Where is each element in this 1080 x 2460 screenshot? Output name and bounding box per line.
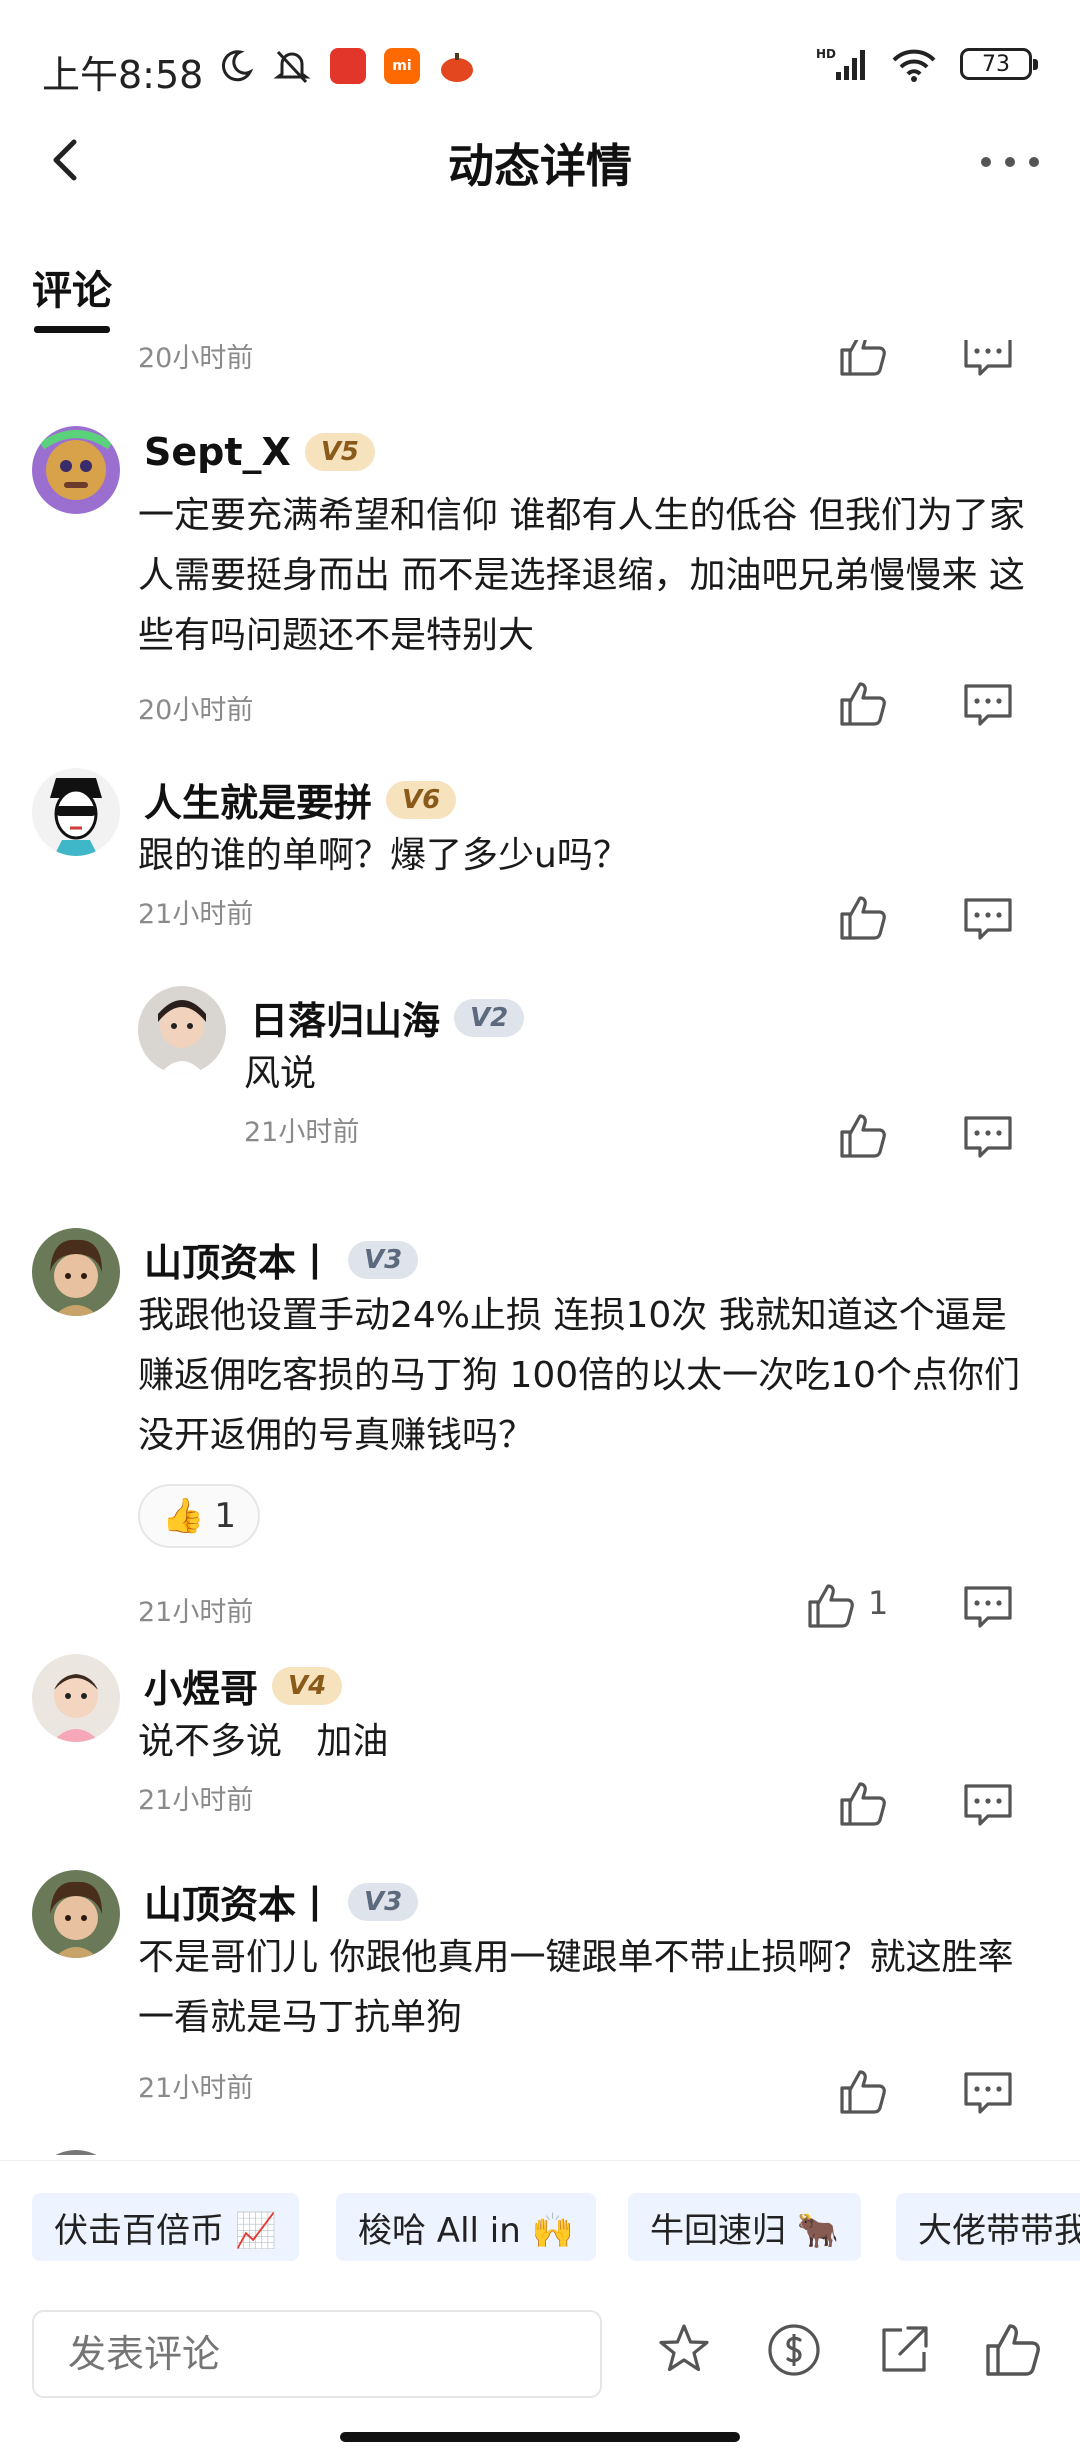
like-count: 1 (868, 1584, 889, 1622)
avatar[interactable] (32, 1654, 120, 1742)
comment-timestamp: 21小时前 (138, 899, 254, 930)
level-badge: V4 (272, 1666, 343, 1705)
username[interactable]: Sept_X (144, 430, 291, 474)
level-badge: V3 (348, 1882, 419, 1921)
avatar[interactable] (32, 1870, 120, 1958)
thumbs-up-icon[interactable] (834, 2064, 890, 2120)
tab-active-indicator (34, 326, 110, 333)
comment-timestamp: 21小时前 (138, 1597, 254, 1628)
home-indicator[interactable] (340, 2432, 740, 2442)
status-time: 上午8:58 (42, 53, 204, 97)
username[interactable]: 小煜哥 (144, 1658, 258, 1713)
comment-text: 一定要充满希望和信仰 谁都有人生的低谷 但我们为了家人需要挺身而出 而不是选择退… (138, 495, 1025, 656)
reply-icon[interactable] (960, 1578, 1016, 1634)
pumpkin-app-icon (441, 53, 473, 82)
quick-phrase-chip[interactable]: 梭哈 All in 🙌 (336, 2193, 596, 2261)
mi-app-icon: mi (384, 48, 420, 84)
avatar[interactable] (32, 2150, 120, 2155)
reply-icon[interactable] (960, 1108, 1016, 1164)
level-badge: V3 (348, 1240, 419, 1279)
comment-timestamp: 20小时前 (138, 695, 254, 726)
page-header: 动态详情 (0, 120, 1080, 200)
comment-header: 人生就是要拼 V6 (144, 772, 457, 827)
signal-icon: HD (816, 47, 865, 80)
thumbs-up-icon[interactable] (834, 676, 890, 732)
quick-phrase-chip[interactable]: 牛回速归 🐂 (628, 2193, 862, 2261)
thumbs-up-icon[interactable] (802, 1578, 858, 1634)
reaction-chip[interactable]: 👍 1 (138, 1484, 260, 1548)
comment-header: Sept_X V5 (144, 430, 376, 474)
reply-icon[interactable] (960, 890, 1016, 946)
quick-phrase-chip[interactable]: 伏击百倍币 📈 (32, 2193, 300, 2261)
comment-text: 不是哥们儿 你跟他真用一键跟单不带止损啊？就这胜率一看就是马丁抗单狗 (138, 1937, 1014, 2038)
reply-icon[interactable] (960, 676, 1016, 732)
coin-icon[interactable] (762, 2318, 826, 2382)
comment-timestamp: 21小时前 (138, 2073, 254, 2104)
comment-text: 我跟他设置手动24%止损 连损10次 我就知道这个逼是赚返佣吃客损的马丁狗 10… (138, 1295, 1020, 1456)
thumbs-up-emoji-icon: 👍 (162, 1496, 205, 1536)
comment-timestamp: 21小时前 (138, 1785, 254, 1816)
thumbs-up-icon[interactable] (834, 890, 890, 946)
page-title: 动态详情 (448, 139, 632, 193)
comment-list[interactable]: 20小时前 Sept_X V5 一定要充满希望和信仰 谁都有人生的低谷 但我们为… (0, 340, 1080, 2155)
comment-text: 说不多说 加油 (138, 1721, 389, 1762)
moon-icon (221, 50, 254, 82)
avatar[interactable] (32, 768, 120, 856)
share-icon[interactable] (872, 2318, 936, 2382)
username[interactable]: 山顶资本丨 (144, 1232, 334, 1287)
svg-text:HD: HD (816, 47, 836, 61)
username[interactable]: 人生就是要拼 (144, 772, 372, 827)
comment-header: 山顶资本丨 V3 (144, 1874, 419, 1929)
thumbs-up-icon[interactable] (834, 1776, 890, 1832)
level-badge: V6 (386, 780, 457, 819)
avatar[interactable] (32, 426, 120, 514)
comment-text: 跟的谁的单啊？爆了多少u吗？ (138, 835, 629, 876)
more-options-icon[interactable] (970, 134, 1050, 190)
level-badge: V5 (304, 433, 376, 471)
status-bar: 上午8:58 mi HD 73 (0, 0, 1080, 130)
thumbs-up-icon[interactable] (980, 2318, 1044, 2382)
battery-indicator: 73 (960, 48, 1038, 80)
comment-header: 山顶资本丨 V3 (144, 1232, 419, 1287)
wifi-icon (892, 49, 936, 82)
thumbs-up-icon[interactable] (834, 1108, 890, 1164)
username[interactable]: 山顶资本丨 (144, 1874, 334, 1929)
star-icon[interactable] (652, 2318, 716, 2382)
avatar[interactable] (138, 986, 226, 1074)
comment-input[interactable] (32, 2310, 602, 2398)
silent-bell-icon (273, 50, 311, 84)
comment-header: 日落归山海 V2 (250, 990, 525, 1045)
reply-icon[interactable] (960, 1776, 1016, 1832)
avatar[interactable] (32, 1228, 120, 1316)
thumbs-up-icon[interactable] (834, 340, 890, 382)
quick-phrase-chip[interactable]: 大佬带带我 (896, 2193, 1080, 2261)
reaction-count: 1 (214, 1496, 236, 1536)
comment-timestamp: 20小时前 (138, 343, 254, 374)
comment-timestamp: 21小时前 (244, 1117, 360, 1148)
username[interactable]: 日落归山海 (250, 990, 440, 1045)
comment-header: 小煜哥 V4 (144, 1658, 343, 1713)
tab-comments[interactable]: 评论 (32, 258, 112, 316)
reply-icon[interactable] (960, 340, 1016, 382)
battery-level: 73 (982, 51, 1010, 77)
level-badge: V2 (454, 998, 525, 1037)
comment-text: 风说 (244, 1053, 317, 1094)
status-notification-icons: mi (218, 46, 476, 86)
status-system-icons: HD 73 (816, 46, 1038, 82)
app-notification-icon (330, 48, 366, 84)
reply-icon[interactable] (960, 2064, 1016, 2120)
bottom-action-bar (0, 2290, 1080, 2400)
quick-phrase-bar[interactable]: 伏击百倍币 📈 梭哈 All in 🙌 牛回速归 🐂 大佬带带我 (0, 2160, 1080, 2280)
